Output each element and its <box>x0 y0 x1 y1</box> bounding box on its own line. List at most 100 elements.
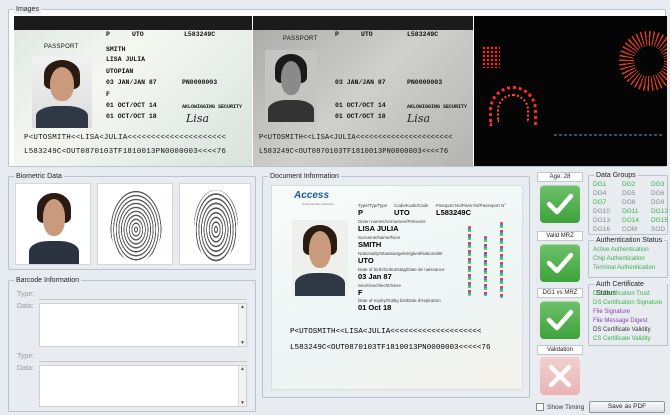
barcode-data-field-1[interactable]: ▲ ▼ <box>39 303 247 347</box>
hologram-strip <box>484 236 487 296</box>
auth-cert-ds-certification-signature: DS Certification Signature <box>593 300 663 306</box>
data-group-dg13: DG13 <box>593 217 610 224</box>
passport-ir-personal-no: PN0000003 <box>407 79 443 86</box>
data-group-dg15: DG15 <box>651 217 668 224</box>
auth-cert-ds-certificate-validity: DS Certificate Validity <box>593 327 651 333</box>
uv-dot-pattern <box>482 46 500 68</box>
cross-icon <box>548 364 572 388</box>
passport-nationality: UTOPIAN <box>106 68 134 75</box>
age-label: Age: 28 <box>537 172 583 182</box>
show-timing-label: Show Timing <box>547 403 585 411</box>
uv-emblem <box>614 26 667 96</box>
document-card[interactable]: Access Smart Identity Solutions Type/Typ… <box>271 185 523 390</box>
validation-fail-tile <box>540 357 580 395</box>
images-title: Images <box>14 5 41 14</box>
show-timing-checkbox[interactable]: Show Timing <box>536 403 584 411</box>
passport-ir-image[interactable]: PASSPORT P UTO L583249C 03 JAN/JAN 87 PN… <box>253 16 473 166</box>
passport-ir-type: P <box>335 31 339 38</box>
dg1-vs-mrz-label: DG1 vs MRZ <box>537 288 583 298</box>
auth-cert-cs-certificate-validity: CS Certificate Validity <box>593 336 651 342</box>
auth-cert-ds-certification-trust: DS Certification Trust <box>593 291 650 297</box>
data-group-dg11: DG11 <box>622 208 639 215</box>
age-check-tile <box>540 185 580 223</box>
barcode-type-label-2: Type: <box>17 353 35 360</box>
data-group-dg12: DG12 <box>651 208 668 215</box>
passport-type: P <box>106 31 110 38</box>
checkmark-icon <box>546 309 574 331</box>
barcode-data-label-1: Data: <box>17 303 34 310</box>
data-group-dg1: DG1 <box>593 181 607 188</box>
document-title: Document Information <box>268 172 341 181</box>
checkmark-icon <box>546 193 574 215</box>
data-group-dg4: DG4 <box>593 190 607 197</box>
validation-label: Validation <box>537 345 583 355</box>
doc-expiry: 01 Oct 18 <box>358 303 392 312</box>
passport-ir-signature: Lisa <box>407 112 431 125</box>
data-group-dg2: DG2 <box>622 181 636 188</box>
passport-ir-code: UTO <box>361 31 373 38</box>
barcode-title: Barcode Information <box>14 276 82 285</box>
data-group-dg5: DG5 <box>622 190 636 197</box>
face-image[interactable] <box>15 183 91 265</box>
passport-code: UTO <box>132 31 144 38</box>
checkbox-box[interactable] <box>536 403 544 411</box>
passport-ir-issue-date: 01 OCT/OCT 14 <box>335 102 386 109</box>
scrollbar[interactable]: ▲ ▼ <box>238 304 246 346</box>
passport-uv-image[interactable] <box>474 16 667 166</box>
barcode-panel: Barcode Information Type: Data: ▲ ▼ Type:… <box>8 276 256 412</box>
doc-mrz-line-2: L583249C<OUT0870103TF1810013PN0000003<<<… <box>290 344 491 352</box>
passport-ir-photo <box>265 50 317 122</box>
passport-number: L583249C <box>184 31 216 38</box>
auth-status-chip-authentication: Chip Authentication <box>593 256 645 262</box>
data-group-dg8: DG8 <box>622 199 636 206</box>
doc-nationality: UTO <box>358 256 374 265</box>
data-group-dg6: DG6 <box>651 190 665 197</box>
checkmark-icon <box>546 252 574 274</box>
auth-certificate-status-panel: Auth Certificate Status DS Certification… <box>588 280 668 346</box>
authentication-status-title: Authentication Status <box>594 236 665 245</box>
passport-ir-dob: 03 JAN/JAN 87 <box>335 79 386 86</box>
access-logo-subtitle: Smart Identity Solutions <box>302 202 334 206</box>
data-group-dg7: DG7 <box>593 199 607 206</box>
doc-code: UTO <box>394 208 410 217</box>
passport-mrz-line-2: L583249C<OUT0870103TF1810013PN0000003<<<… <box>24 148 227 156</box>
document-photo <box>292 220 348 296</box>
passport-heading: PASSPORT <box>44 44 79 50</box>
passport-dob: 03 JAN/JAN 87 <box>106 79 157 86</box>
passport-top-band <box>14 16 252 30</box>
uv-arch-inner <box>497 94 529 122</box>
fingerprint-icon <box>110 190 162 262</box>
scrollbar[interactable]: ▲ ▼ <box>238 366 246 406</box>
uv-mrz-trace <box>554 134 664 136</box>
dg1-check-tile <box>540 301 580 339</box>
passport-ir-mrz-line-2: L583249C<OUT0870103TF1810013PN0000003<<<… <box>259 148 449 156</box>
passport-personal-no: PN0000003 <box>182 79 218 86</box>
passport-ir-heading: PASSPORT <box>283 36 318 42</box>
biometric-panel: Biometric Data <box>8 172 256 270</box>
hologram-strip <box>500 222 503 298</box>
barcode-type-field-1[interactable] <box>39 299 247 300</box>
passport-ir-authority: AKLOWIGGING SECURITY <box>407 104 468 110</box>
data-group-dg9: DG9 <box>651 199 665 206</box>
doc-type: P <box>358 208 364 217</box>
doc-sex: F <box>358 288 363 297</box>
barcode-type-field-2[interactable] <box>39 361 247 362</box>
doc-mrz-line-1: P<UTOSMITH<<LISA<JULIA<<<<<<<<<<<<<<<<<<… <box>290 328 482 336</box>
doc-surname: SMITH <box>358 240 382 249</box>
passport-expiry: 01 OCT/OCT 18 <box>106 113 157 120</box>
fingerprint-right-image[interactable] <box>179 183 251 265</box>
fingerprint-left-image[interactable] <box>97 183 173 265</box>
passport-white-image[interactable]: PASSPORT P UTO L583249C SMITH LISA JULIA… <box>14 16 252 166</box>
passport-ir-number: L583249C <box>407 31 439 38</box>
fingerprint-icon <box>194 190 238 262</box>
passport-surname: SMITH <box>106 46 126 53</box>
data-group-dg3: DG3 <box>651 181 665 188</box>
save-as-pdf-button[interactable]: Save as PDF <box>589 401 665 413</box>
barcode-data-field-2[interactable]: ▲ ▼ <box>39 365 247 407</box>
data-group-sod: SOD <box>651 226 666 233</box>
barcode-type-label-1: Type: <box>17 291 35 298</box>
auth-status-terminal-authentication: Terminal Authentication <box>593 265 656 271</box>
passport-ir-expiry: 01 OCT/OCT 18 <box>335 113 386 120</box>
passport-authority: AKLOWIGGING SECURITY <box>182 104 243 110</box>
images-panel: Images PASSPORT P UTO L583249C SMITH LIS… <box>8 5 667 167</box>
